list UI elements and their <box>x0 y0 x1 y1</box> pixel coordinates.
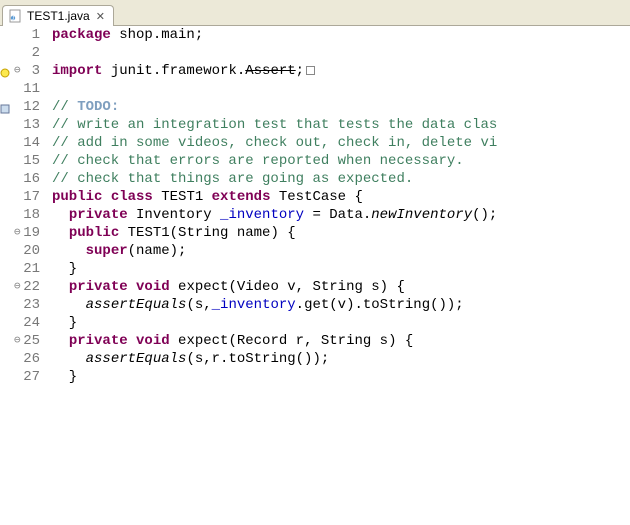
code-line[interactable]: assertEquals(s,_inventory.get(v).toStrin… <box>52 296 630 314</box>
code-line[interactable] <box>52 80 630 98</box>
code-editor[interactable]: 12⊖31112131415161718⊖192021⊖222324⊖25262… <box>0 26 630 525</box>
editor-tab[interactable]: J TEST1.java ✕ <box>2 5 114 26</box>
line-number: 27 <box>0 368 40 386</box>
code-line[interactable]: // write an integration test that tests … <box>52 116 630 134</box>
code-line[interactable]: import junit.framework.Assert; <box>52 62 630 80</box>
code-area[interactable]: package shop.main; import junit.framework… <box>48 26 630 525</box>
line-number-gutter: 12⊖31112131415161718⊖192021⊖222324⊖25262… <box>0 26 48 525</box>
close-icon[interactable]: ✕ <box>96 10 105 23</box>
code-line[interactable]: public TEST1(String name) { <box>52 224 630 242</box>
code-line[interactable]: super(name); <box>52 242 630 260</box>
line-number: 20 <box>0 242 40 260</box>
line-number: 24 <box>0 314 40 332</box>
code-line[interactable]: public class TEST1 extends TestCase { <box>52 188 630 206</box>
line-number: 26 <box>0 350 40 368</box>
line-number: ⊖25 <box>0 332 40 350</box>
code-line[interactable]: private Inventory _inventory = Data.newI… <box>52 206 630 224</box>
line-number: 23 <box>0 296 40 314</box>
line-number: 12 <box>0 98 40 116</box>
code-line[interactable] <box>52 44 630 62</box>
code-line[interactable]: // TODO: <box>52 98 630 116</box>
code-line[interactable]: assertEquals(s,r.toString()); <box>52 350 630 368</box>
line-number: ⊖3 <box>0 62 40 80</box>
line-number: 11 <box>0 80 40 98</box>
code-line[interactable]: // check that errors are reported when n… <box>52 152 630 170</box>
line-number: 15 <box>0 152 40 170</box>
line-number: ⊖22 <box>0 278 40 296</box>
line-number: 13 <box>0 116 40 134</box>
code-line[interactable]: } <box>52 368 630 386</box>
code-line[interactable]: package shop.main; <box>52 26 630 44</box>
fold-indicator[interactable] <box>306 66 315 75</box>
code-line[interactable]: private void expect(Record r, String s) … <box>52 332 630 350</box>
line-number: 21 <box>0 260 40 278</box>
line-number: 2 <box>0 44 40 62</box>
line-number: 17 <box>0 188 40 206</box>
tab-bar: J TEST1.java ✕ <box>0 0 630 26</box>
code-line[interactable]: private void expect(Video v, String s) { <box>52 278 630 296</box>
code-line[interactable]: // check that things are going as expect… <box>52 170 630 188</box>
line-number: 16 <box>0 170 40 188</box>
code-line[interactable]: } <box>52 260 630 278</box>
line-number: ⊖19 <box>0 224 40 242</box>
java-file-icon: J <box>9 9 23 23</box>
line-number: 1 <box>0 26 40 44</box>
code-line[interactable]: } <box>52 314 630 332</box>
line-number: 18 <box>0 206 40 224</box>
tab-filename: TEST1.java <box>27 9 90 23</box>
code-line[interactable]: // add in some videos, check out, check … <box>52 134 630 152</box>
line-number: 14 <box>0 134 40 152</box>
